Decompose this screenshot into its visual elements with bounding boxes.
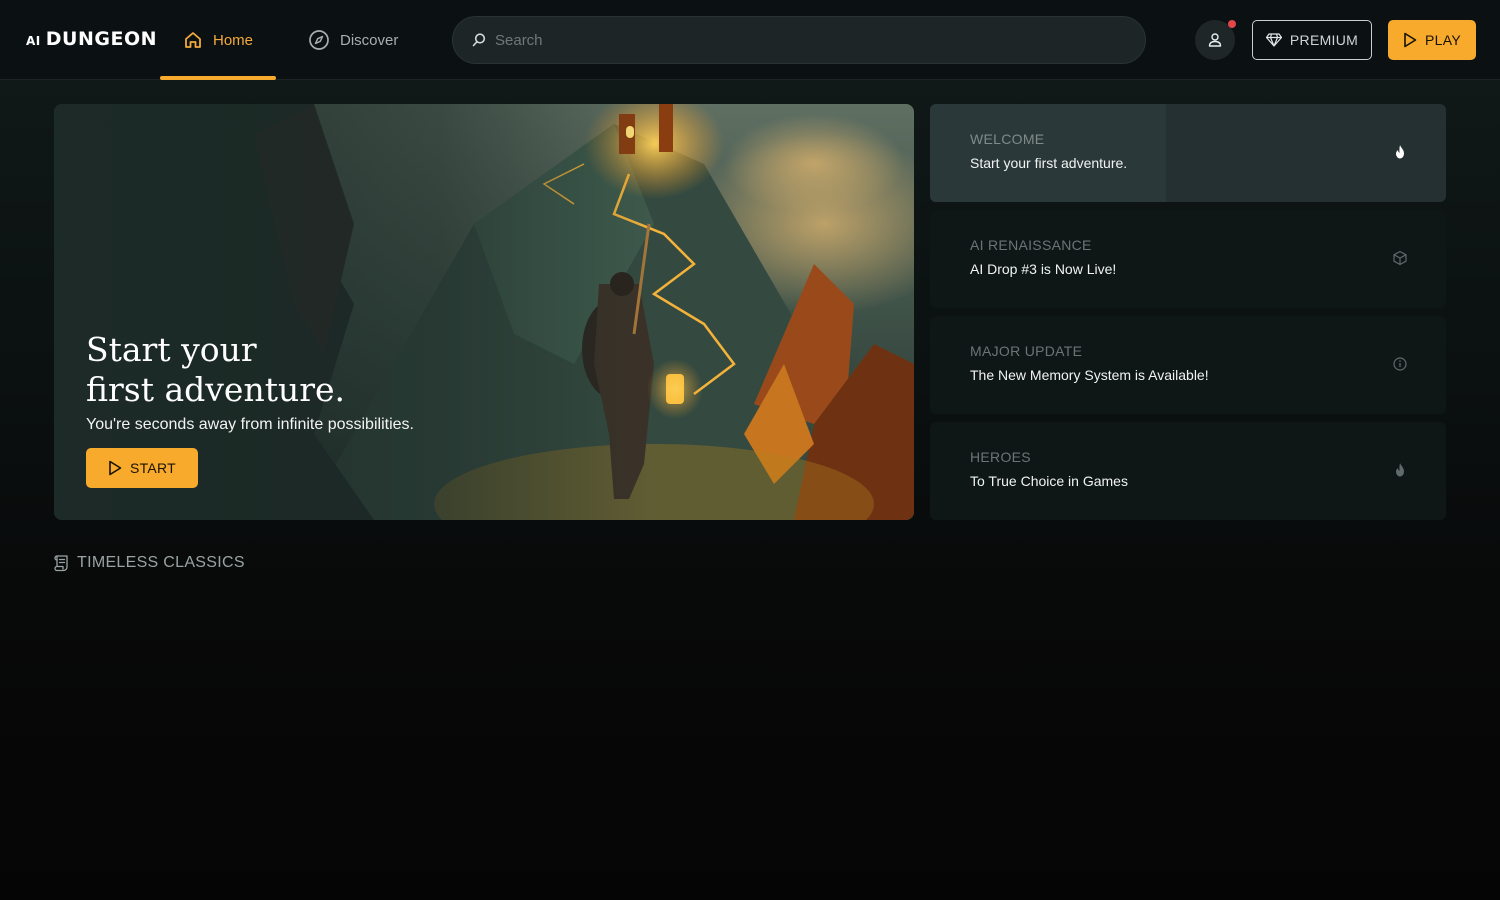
news-headline: Start your first adventure. xyxy=(970,155,1128,171)
diamond-icon xyxy=(1265,33,1282,47)
scroll-icon xyxy=(54,555,68,572)
play-icon xyxy=(1404,32,1417,48)
tab-home[interactable]: Home xyxy=(160,0,276,80)
play-button[interactable]: PLAY xyxy=(1388,20,1476,60)
news-card-ai-renaissance[interactable]: AI RENAISSANCE AI Drop #3 is Now Live! xyxy=(930,210,1446,308)
hero-title: Start your first adventure. xyxy=(86,330,346,409)
home-icon xyxy=(185,32,201,48)
logo-prefix: AI xyxy=(26,34,41,48)
play-label: PLAY xyxy=(1425,32,1461,48)
news-headline: To True Choice in Games xyxy=(970,473,1128,489)
play-icon xyxy=(109,460,122,476)
start-button[interactable]: START xyxy=(86,448,198,488)
flame-icon xyxy=(1396,463,1404,477)
search-bar[interactable] xyxy=(452,16,1146,64)
start-button-label: START xyxy=(129,460,177,476)
logo-word: DUNGEON xyxy=(45,28,157,50)
hero-banner[interactable]: Start your first adventure. You're secon… xyxy=(54,104,914,520)
top-bar: AI DUNGEON Home Discover PREMIUM xyxy=(0,0,1500,80)
news-headline: AI Drop #3 is Now Live! xyxy=(970,261,1117,277)
info-icon xyxy=(1393,357,1407,371)
hero-subtitle: You're seconds away from infinite possib… xyxy=(86,416,414,433)
search-input[interactable] xyxy=(495,31,1145,49)
tab-home-label: Home xyxy=(212,31,253,49)
tab-discover[interactable]: Discover xyxy=(304,0,424,80)
app-logo[interactable]: AI DUNGEON xyxy=(26,28,157,52)
notification-dot xyxy=(1228,20,1236,28)
news-category: HEROES xyxy=(970,449,1031,465)
premium-label: PREMIUM xyxy=(1289,32,1359,48)
news-card-welcome[interactable]: WELCOME Start your first adventure. xyxy=(930,104,1446,202)
news-category: AI RENAISSANCE xyxy=(970,237,1092,253)
search-icon xyxy=(472,33,486,47)
tab-discover-label: Discover xyxy=(340,31,399,49)
news-headline: The New Memory System is Available! xyxy=(970,367,1209,383)
premium-button[interactable]: PREMIUM xyxy=(1252,20,1372,60)
news-card-major-update[interactable]: MAJOR UPDATE The New Memory System is Av… xyxy=(930,316,1446,414)
news-list: WELCOME Start your first adventure. AI R… xyxy=(930,104,1446,528)
cube-icon xyxy=(1393,250,1407,266)
news-category: MAJOR UPDATE xyxy=(970,343,1083,359)
flame-icon xyxy=(1396,145,1404,159)
news-category: WELCOME xyxy=(970,131,1045,147)
section-title: TIMELESS CLASSICS xyxy=(77,554,245,571)
timeless-classics-header: TIMELESS CLASSICS xyxy=(54,554,245,572)
compass-icon xyxy=(309,30,329,50)
user-icon xyxy=(1208,33,1222,47)
news-card-heroes[interactable]: HEROES To True Choice in Games xyxy=(930,422,1446,520)
